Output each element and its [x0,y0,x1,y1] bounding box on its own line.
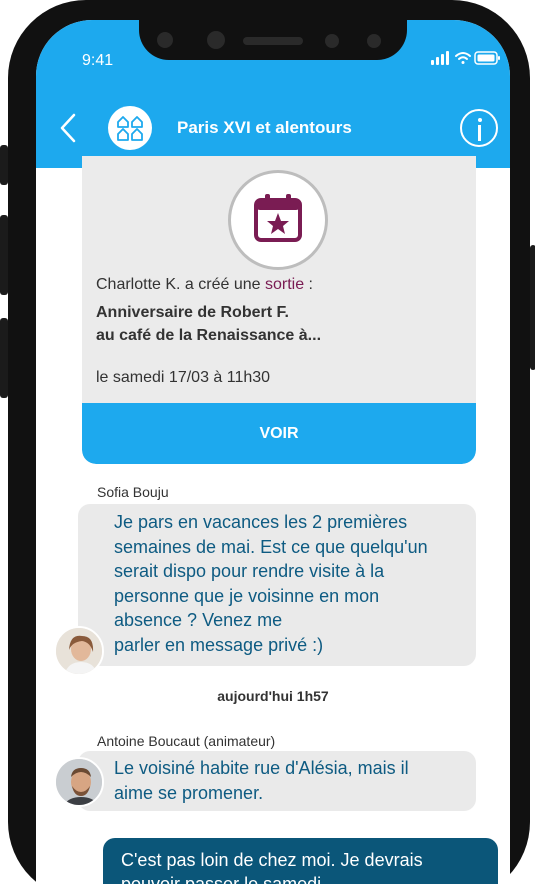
battery-icon [474,51,500,65]
message-text: C'est pas loin de chez moi. Je devrais p… [121,850,423,884]
view-event-button[interactable]: VOIR [82,403,476,464]
status-icons [431,50,501,66]
phone-notch [139,20,407,60]
app-header: 9:41 Paris XVI et alentours [36,20,510,168]
avatar[interactable] [54,757,104,807]
phone-power-button [530,245,535,370]
event-title: Anniversaire de Robert F. au café de la … [96,304,322,344]
message-bubble[interactable]: Je pars en vacances les 2 premières sema… [78,504,476,666]
status-time: 9:41 [82,52,114,69]
own-message-bubble[interactable]: C'est pas loin de chez moi. Je devrais p… [103,838,498,884]
group-avatar[interactable] [108,106,152,150]
group-title[interactable]: Paris XVI et alentours [177,118,352,138]
phone-volume-up [0,215,8,295]
message-sender: Antoine Boucaut (animateur) [97,733,276,749]
event-icon-badge [228,170,328,270]
chat-feed[interactable]: Charlotte K. a créé une sortie : Anniver… [36,156,510,884]
houses-icon [117,116,143,141]
message-text: Le voisiné habite rue d'Alésia, mais il … [114,758,409,803]
signal-icon [431,51,449,65]
user-photo-icon [56,628,102,674]
phone-screen: 9:41 Paris XVI et alentours Charlotte K.… [36,20,510,884]
wifi-icon [455,52,471,64]
date-separator: aujourd'hui 1h57 [217,688,329,704]
phone-mute-switch [0,145,8,185]
event-creator-text: Charlotte K. a créé une sortie : [96,276,313,293]
event-type-keyword: sortie [264,276,305,293]
message-sender: Sofia Bouju [97,484,169,500]
calendar-star-icon [254,194,302,242]
chevron-left-icon [60,113,76,143]
event-card: Charlotte K. a créé une sortie : Anniver… [82,156,476,464]
message-bubble[interactable]: Le voisiné habite rue d'Alésia, mais il … [78,751,476,811]
info-icon [478,118,482,122]
phone-frame: 9:41 Paris XVI et alentours Charlotte K.… [0,0,535,884]
avatar[interactable] [54,626,104,676]
info-button[interactable] [460,109,498,147]
message-text: Je pars en vacances les 2 premières sema… [114,512,428,655]
back-button[interactable] [56,112,80,144]
event-date: le samedi 17/03 à 11h30 [96,369,271,386]
phone-volume-down [0,318,8,398]
